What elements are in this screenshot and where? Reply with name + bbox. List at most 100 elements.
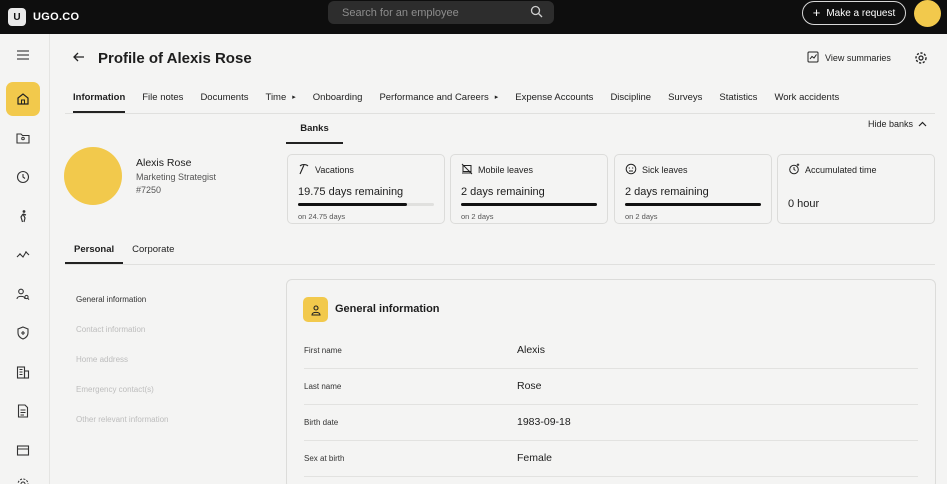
calendar-icon[interactable] bbox=[6, 433, 40, 467]
section-nav-general-information[interactable]: General information bbox=[76, 295, 169, 325]
divider bbox=[65, 113, 935, 114]
bank-title: Accumulated time bbox=[805, 165, 877, 175]
shield-plus-icon[interactable] bbox=[6, 316, 40, 350]
bank-card-accumulated-time[interactable]: Accumulated time 0 hour bbox=[777, 154, 935, 224]
tab-label: Discipline bbox=[610, 91, 652, 103]
field-value: 1983-09-18 bbox=[517, 416, 571, 428]
tab-expense-accounts[interactable]: Expense Accounts bbox=[515, 87, 593, 107]
section-nav: General information Contact information … bbox=[76, 295, 169, 445]
tab-corporate[interactable]: Corporate bbox=[123, 237, 183, 264]
bank-remaining: 2 days remaining bbox=[625, 186, 709, 198]
caret-right-icon: ▸ bbox=[494, 94, 499, 101]
pickaxe-icon bbox=[298, 163, 310, 177]
field-row-sex-at-birth: Sex at birth Female bbox=[304, 441, 918, 477]
tab-label: File notes bbox=[142, 91, 184, 103]
clock-icon[interactable] bbox=[6, 160, 40, 194]
tab-label: Surveys bbox=[668, 91, 703, 103]
field-value: Rose bbox=[517, 380, 542, 392]
bank-progress-bar bbox=[625, 203, 761, 206]
tab-banks[interactable]: Banks bbox=[286, 122, 343, 144]
page-title: Profile of Alexis Rose bbox=[98, 50, 252, 67]
menu-icon[interactable] bbox=[6, 38, 40, 72]
settings-gear-icon[interactable] bbox=[6, 467, 40, 484]
bank-progress-fill bbox=[461, 203, 597, 206]
field-label: First name bbox=[304, 346, 342, 355]
profile-tabs: Information File notes Documents Time ▸ O… bbox=[73, 87, 856, 113]
tab-onboarding[interactable]: Onboarding bbox=[313, 87, 363, 107]
view-summaries-button[interactable]: View summaries bbox=[807, 51, 891, 65]
profile-sub-tabs: Personal Corporate bbox=[65, 237, 183, 264]
chart-icon bbox=[807, 51, 819, 65]
walking-person-icon[interactable] bbox=[6, 199, 40, 233]
tab-label: Statistics bbox=[719, 91, 758, 103]
folder-user-icon[interactable] bbox=[6, 121, 40, 155]
top-bar: U UGO.CO Search for an employee + Make a… bbox=[0, 0, 947, 34]
hide-banks-label: Hide banks bbox=[868, 119, 914, 129]
bank-card-vacations[interactable]: Vacations 19.75 days remaining on 24.75 … bbox=[287, 154, 445, 224]
employee-id: #7250 bbox=[136, 185, 162, 195]
field-row-first-name: First name Alexis bbox=[304, 333, 918, 369]
field-label: Last name bbox=[304, 382, 342, 391]
activity-icon[interactable] bbox=[6, 238, 40, 272]
tab-label: Documents bbox=[200, 91, 249, 103]
brand-name: UGO.CO bbox=[33, 11, 80, 23]
tab-label: Performance and Careers bbox=[379, 91, 489, 103]
bank-card-mobile-leaves[interactable]: Mobile leaves 2 days remaining on 2 days bbox=[450, 154, 608, 224]
bank-remaining: 19.75 days remaining bbox=[298, 186, 404, 198]
bank-progress-fill bbox=[625, 203, 761, 206]
user-search-icon[interactable] bbox=[6, 277, 40, 311]
field-value: Female bbox=[517, 452, 553, 464]
tab-work-accidents[interactable]: Work accidents bbox=[774, 87, 839, 107]
field-row-last-name: Last name Rose bbox=[304, 369, 918, 405]
settings-gear-icon[interactable] bbox=[914, 51, 928, 70]
tab-surveys[interactable]: Surveys bbox=[668, 87, 702, 107]
building-icon[interactable] bbox=[6, 355, 40, 389]
employee-avatar bbox=[64, 147, 122, 205]
divider bbox=[65, 264, 935, 265]
plus-icon: + bbox=[812, 5, 821, 20]
bank-total: on 2 days bbox=[625, 212, 658, 221]
section-nav-other-relevant-information[interactable]: Other relevant information bbox=[76, 415, 169, 445]
tab-time[interactable]: Time ▸ bbox=[266, 87, 296, 107]
sick-face-icon bbox=[625, 163, 637, 177]
employee-role: Marketing Strategist bbox=[136, 172, 217, 182]
bank-card-sick-leaves[interactable]: Sick leaves 2 days remaining on 2 days bbox=[614, 154, 772, 224]
hide-banks-button[interactable]: Hide banks bbox=[868, 119, 927, 129]
user-icon bbox=[303, 297, 328, 322]
tab-label: Work accidents bbox=[774, 91, 840, 103]
search-input[interactable]: Search for an employee bbox=[328, 1, 554, 24]
section-nav-contact-information[interactable]: Contact information bbox=[76, 325, 169, 355]
bank-progress-fill bbox=[298, 203, 407, 206]
user-avatar[interactable] bbox=[914, 0, 941, 27]
sidebar bbox=[0, 34, 50, 484]
field-value: Alexis bbox=[517, 344, 546, 356]
tab-discipline[interactable]: Discipline bbox=[610, 87, 651, 107]
caret-right-icon: ▸ bbox=[292, 94, 296, 101]
tab-file-notes[interactable]: File notes bbox=[142, 87, 183, 107]
field-row-birth-date: Birth date 1983-09-18 bbox=[304, 405, 918, 441]
section-nav-home-address[interactable]: Home address bbox=[76, 355, 169, 385]
make-request-button[interactable]: + Make a request bbox=[802, 1, 906, 25]
document-icon[interactable] bbox=[6, 394, 40, 428]
tab-performance-and-careers[interactable]: Performance and Careers ▸ bbox=[379, 87, 498, 107]
tab-documents[interactable]: Documents bbox=[200, 87, 248, 107]
main-content: Profile of Alexis Rose View summaries In… bbox=[50, 34, 947, 484]
tab-personal[interactable]: Personal bbox=[65, 237, 124, 264]
field-label: Birth date bbox=[304, 418, 339, 427]
bank-total: on 2 days bbox=[461, 212, 494, 221]
bank-progress-bar bbox=[461, 203, 597, 206]
brand[interactable]: U UGO.CO bbox=[8, 8, 79, 26]
field-label: Sex at birth bbox=[304, 454, 345, 463]
bank-remaining: 0 hour bbox=[788, 198, 820, 210]
home-icon[interactable] bbox=[6, 82, 40, 116]
bank-total: on 24.75 days bbox=[298, 212, 346, 221]
search-placeholder: Search for an employee bbox=[342, 6, 459, 19]
card-title: General information bbox=[335, 303, 440, 315]
tab-label: Information bbox=[73, 91, 126, 103]
back-arrow-icon[interactable] bbox=[72, 50, 86, 69]
section-nav-emergency-contacts[interactable]: Emergency contact(s) bbox=[76, 385, 169, 415]
search-icon[interactable] bbox=[530, 5, 543, 21]
tab-statistics[interactable]: Statistics bbox=[719, 87, 757, 107]
tab-information[interactable]: Information bbox=[73, 87, 126, 113]
tab-label: Onboarding bbox=[312, 91, 363, 103]
